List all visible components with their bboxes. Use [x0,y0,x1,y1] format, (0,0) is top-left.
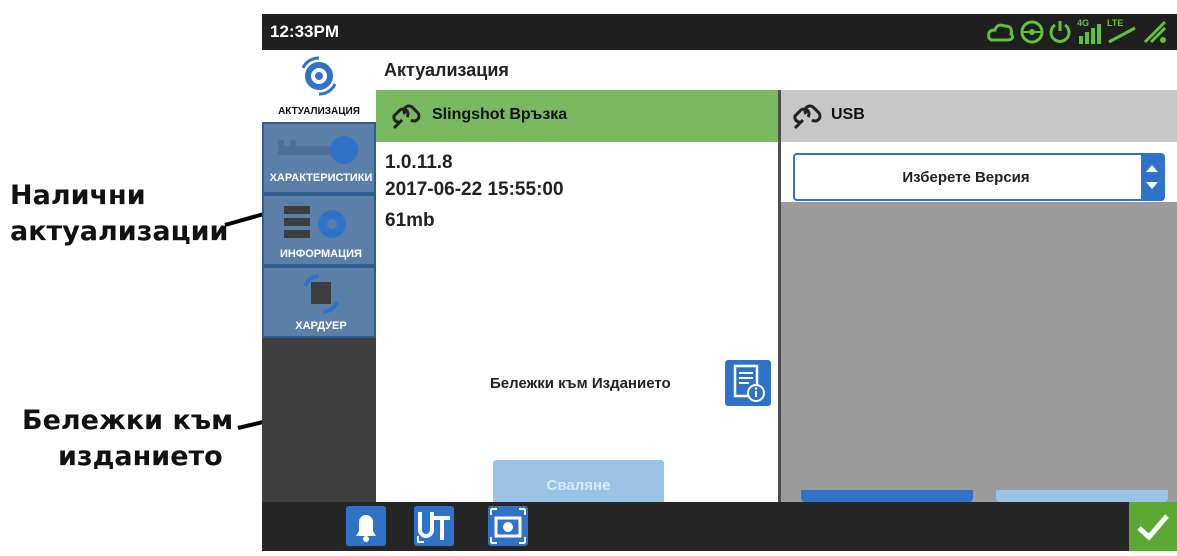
device-screen: 12:33PM 4G LTE АКТУАЛИЗАЦИЯ ХАРАКТЕРИСТИ… [262,14,1177,551]
link-icon [392,104,421,130]
status-bar: 12:33PM 4G LTE [262,14,1177,50]
steering-wheel-icon [1020,20,1044,44]
update-size: 61mb [385,210,435,231]
usb-action-button[interactable] [801,490,973,502]
sidebar-item-label: ХАРАКТЕРИСТИКИ [269,172,373,184]
ut-icon[interactable] [414,506,454,546]
version-select[interactable]: Изберете Версия [793,153,1165,201]
slingshot-label: Slingshot Връзка [432,106,568,123]
page-title: Актуализация [384,60,509,80]
signal-4g-icon: 4G [1075,18,1103,46]
chip-refresh-icon [303,274,339,314]
gear-refresh-icon [301,56,337,96]
usb-header[interactable]: USB [781,90,1177,142]
document-info-icon [733,364,765,402]
gps-icon [1143,20,1167,44]
sidebar-item-information[interactable]: ИНФОРМАЦИЯ [262,194,376,266]
update-date: 2017-06-22 15:55:00 [385,179,564,200]
title-bar: Актуализация [376,50,1177,91]
chevron-up-down-icon [1146,165,1158,189]
power-icon [1049,21,1071,43]
info-list-icon [284,206,346,238]
update-version: 1.0.11.8 [385,152,453,173]
checkmark-icon [1137,514,1169,541]
release-notes-button[interactable] [725,360,771,406]
bell-icon[interactable] [346,506,386,546]
sidebar: АКТУАЛИЗАЦИЯ ХАРАКТЕРИСТИКИ ИНФОРМАЦИЯ Х… [262,50,376,502]
ok-button[interactable] [1129,502,1177,551]
usb-label: USB [831,106,865,123]
status-icons: 4G LTE [985,18,1169,46]
sidebar-item-label: ИНФОРМАЦИЯ [280,248,362,260]
sidebar-item-label: ХАРДУЕР [295,320,347,332]
usb-link-icon [793,104,822,130]
sidebar-item-label: АКТУАЛИЗАЦИЯ [278,106,360,117]
usb-action-button-disabled[interactable] [996,490,1168,502]
cloud-icon [987,23,1015,42]
sidebar-item-update[interactable]: АКТУАЛИЗАЦИЯ [262,50,376,122]
sidebar-item-features[interactable]: ХАРАКТЕРИСТИКИ [262,122,376,194]
usb-panel: USB Изберете Версия [781,90,1177,502]
clock: 12:33PM [270,22,339,41]
version-select-label: Изберете Версия [902,169,1030,186]
sidebar-item-hardware[interactable]: ХАРДУЕР [262,266,376,338]
slingshot-header[interactable]: Slingshot Връзка [376,90,778,142]
key-icon [278,136,358,164]
camera-icon[interactable] [488,506,528,546]
lte-icon: LTE [1107,18,1137,46]
slingshot-panel: Slingshot Връзка 1.0.11.8 2017-06-22 15:… [376,90,781,512]
release-notes-label: Бележки към Изданието [490,375,671,392]
select-arrows [1141,155,1163,199]
bottom-bar [262,502,1177,551]
